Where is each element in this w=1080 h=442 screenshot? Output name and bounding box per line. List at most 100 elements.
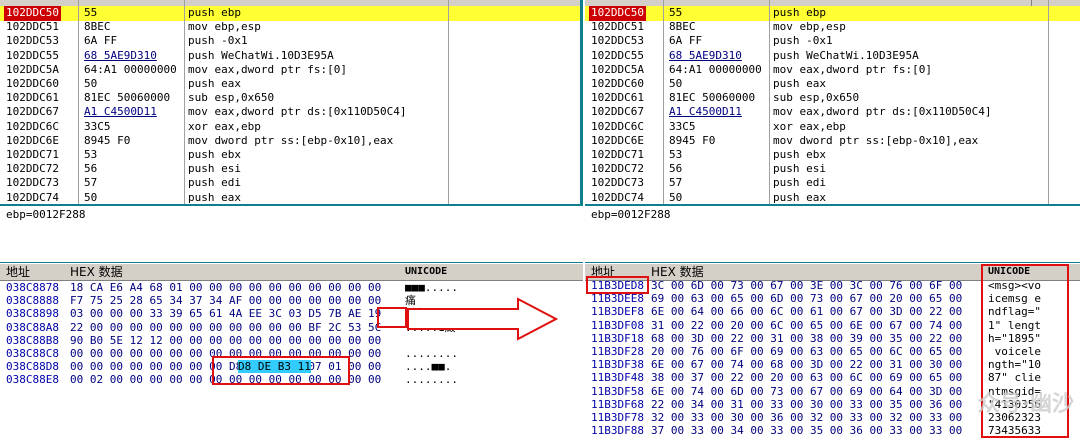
- dump-address: 11B3DF58: [591, 384, 644, 398]
- disasm-instruction: push eax: [773, 77, 826, 90]
- disasm-bytes: 8BEC: [84, 20, 111, 34]
- dump-hex-bytes: 6E 00 67 00 74 00 68 00 3D 00 22 00 31 0…: [651, 358, 963, 372]
- disasm-row[interactable]: 102DDC51 8BEC mov ebp,esp: [0, 20, 580, 35]
- dump-row[interactable]: 038C8878 18 CA E6 A4 68 01 00 00 00 00 00…: [0, 281, 583, 294]
- disasm-row[interactable]: 102DDC5A 64:A1 00000000 mov eax,dword ptr …: [0, 63, 580, 78]
- disasm-address: 102DDC51: [591, 20, 644, 34]
- disasm-row[interactable]: 102DDC72 56 push esi: [585, 162, 1080, 177]
- dump-hex-bytes: 38 00 37 00 22 00 20 00 63 00 6C 00 69 0…: [651, 371, 963, 385]
- dump-address: 11B3DF18: [591, 331, 644, 345]
- dump-hex-bytes: 18 CA E6 A4 68 01 00 00 00 00 00 00 00 0…: [70, 281, 382, 294]
- dump-hex-bytes: F7 75 25 28 65 34 37 34 AF 00 00 00 00 0…: [70, 294, 382, 308]
- disasm-address: 102DDC73: [6, 176, 59, 190]
- disasm-row[interactable]: 102DDC73 57 push edi: [0, 176, 580, 191]
- disasm-row[interactable]: 102DDC6E 8945 F0 mov dword ptr ss:[ebp-0x1…: [585, 134, 1080, 149]
- dump-address: 038C8888: [6, 294, 59, 308]
- annotation-box-unicode: [377, 307, 407, 328]
- disasm-address: 102DDC50: [589, 6, 646, 21]
- disasm-bytes: 50: [84, 190, 98, 204]
- disasm-address: 102DDC60: [591, 77, 644, 90]
- info-text: ebp=0012F288: [6, 208, 86, 221]
- disasm-row[interactable]: 102DDC67 A1 C4500D11 mov eax,dword ptr ds:…: [585, 105, 1080, 120]
- disasm-instruction: push WeChatWi.10D3E95A: [773, 48, 919, 62]
- disasm-row[interactable]: 102DDC6E 8945 F0 mov dword ptr ss:[ebp-0x1…: [0, 134, 580, 149]
- disasm-instruction: push esi: [188, 162, 241, 176]
- annotation-box-pointer-bytes: [212, 356, 350, 385]
- disasm-address: 102DDC51: [6, 20, 59, 34]
- disasm-address: 102DDC67: [591, 105, 644, 119]
- disasm-row[interactable]: 102DDC61 81EC 50060000 sub esp,0x650: [0, 91, 580, 106]
- disasm-row[interactable]: 102DDC74 50 push eax: [585, 191, 1080, 206]
- dump-hex-bytes: 6E 00 64 00 66 00 6C 00 61 00 67 00 3D 0…: [651, 305, 963, 319]
- arrow-icon: [407, 297, 558, 341]
- dump-address: 038C88A8: [6, 320, 59, 334]
- disasm-row[interactable]: 102DDC60 50 push eax: [0, 77, 580, 92]
- disasm-row[interactable]: 102DDC50 55 push ebp: [0, 6, 580, 21]
- disasm-instruction: mov eax,dword ptr fs:[0]: [188, 62, 347, 76]
- disasm-row[interactable]: 102DDC5A 64:A1 00000000 mov eax,dword ptr …: [585, 63, 1080, 78]
- disasm-row[interactable]: 102DDC55 68 5AE9D310 push WeChatWi.10D3E95…: [0, 49, 580, 64]
- disasm-address: 102DDC55: [591, 48, 644, 62]
- disasm-row[interactable]: 102DDC51 8BEC mov ebp,esp: [585, 20, 1080, 35]
- disasm-address: 102DDC67: [6, 105, 59, 119]
- disasm-row[interactable]: 102DDC73 57 push edi: [585, 176, 1080, 191]
- disasm-row[interactable]: 102DDC55 68 5AE9D310 push WeChatWi.10D3E95…: [585, 49, 1080, 64]
- disasm-view[interactable]: 102DDC50 55 push ebp 102DDC51 8BEC mov ebp,es…: [585, 6, 1080, 204]
- disasm-row[interactable]: 102DDC6C 33C5 xor eax,ebp: [0, 120, 580, 135]
- disasm-row[interactable]: 102DDC53 6A FF push -0x1: [585, 34, 1080, 49]
- disasm-bytes: 50: [669, 190, 683, 204]
- right-debugger-pane: 102DDC50 55 push ebp 102DDC51 8BEC mov ebp,es…: [585, 0, 1080, 442]
- disasm-instruction: push ebx: [188, 148, 241, 161]
- disasm-instruction: push edi: [773, 176, 826, 190]
- disasm-view[interactable]: 102DDC50 55 push ebp 102DDC51 8BEC mov ebp,es…: [0, 6, 583, 204]
- disasm-instruction: push -0x1: [188, 34, 248, 48]
- info-pane: ebp=0012F288: [585, 204, 1080, 263]
- disasm-address: 102DDC74: [591, 190, 644, 204]
- dump-hex-bytes: 69 00 63 00 65 00 6D 00 73 00 67 00 20 0…: [651, 292, 963, 306]
- dump-address: 038C88C8: [6, 347, 59, 360]
- disasm-row[interactable]: 102DDC74 50 push eax: [0, 191, 580, 206]
- disasm-instruction: xor eax,ebp: [773, 119, 846, 133]
- dump-hex-bytes: 32 00 33 00 30 00 36 00 32 00 33 00 32 0…: [651, 411, 963, 424]
- disasm-bytes: 56: [84, 162, 98, 176]
- dump-unicode-text: ....■■.: [405, 360, 452, 374]
- disasm-row[interactable]: 102DDC71 53 push ebx: [585, 148, 1080, 163]
- disasm-address: 102DDC61: [6, 91, 59, 105]
- dump-address: 11B3DF78: [591, 411, 644, 424]
- disasm-address: 102DDC71: [591, 148, 644, 161]
- dump-address: 038C88B8: [6, 333, 59, 347]
- disasm-address: 102DDC50: [4, 6, 61, 21]
- disasm-address: 102DDC72: [6, 162, 59, 176]
- disasm-row[interactable]: 102DDC61 81EC 50060000 sub esp,0x650: [585, 91, 1080, 106]
- disasm-row[interactable]: 102DDC50 55 push ebp: [585, 6, 1080, 21]
- disasm-bytes: 64:A1 00000000: [669, 62, 762, 76]
- disasm-instruction: push eax: [188, 190, 241, 204]
- dump-hex-bytes: 6E 00 74 00 6D 00 73 00 67 00 69 00 64 0…: [651, 384, 963, 398]
- disasm-instruction: mov eax,dword ptr fs:[0]: [773, 62, 932, 76]
- disasm-row[interactable]: 102DDC60 50 push eax: [585, 77, 1080, 92]
- disasm-bytes: 57: [84, 176, 98, 190]
- dump-address: 038C8878: [6, 281, 59, 294]
- disasm-row[interactable]: 102DDC6C 33C5 xor eax,ebp: [585, 120, 1080, 135]
- dump-hex-bytes: 20 00 76 00 6F 00 69 00 63 00 65 00 6C 0…: [651, 345, 963, 358]
- disasm-row[interactable]: 102DDC67 A1 C4500D11 mov eax,dword ptr ds:…: [0, 105, 580, 120]
- disasm-instruction: push ebp: [773, 6, 826, 19]
- disasm-row[interactable]: 102DDC53 6A FF push -0x1: [0, 34, 580, 49]
- dump-address: 11B3DF08: [591, 318, 644, 332]
- dump-header-address: 地址: [6, 265, 31, 279]
- disasm-instruction: push eax: [188, 77, 241, 90]
- disasm-address: 102DDC71: [6, 148, 59, 161]
- disasm-row[interactable]: 102DDC71 53 push ebx: [0, 148, 580, 163]
- dump-unicode-text: ■■■.....: [405, 281, 458, 294]
- disasm-bytes: 8945 F0: [84, 133, 131, 147]
- disasm-instruction: push ebx: [773, 148, 826, 161]
- dump-address: 11B3DEF8: [591, 305, 644, 319]
- dump-header-hex: HEX 数据: [651, 265, 704, 279]
- disasm-row[interactable]: 102DDC72 56 push esi: [0, 162, 580, 177]
- disasm-instruction: sub esp,0x650: [188, 91, 275, 105]
- disasm-address: 102DDC6E: [6, 133, 59, 147]
- dump-address: 11B3DEE8: [591, 292, 644, 306]
- disasm-instruction: mov eax,dword ptr ds:[0x110D50C4]: [188, 105, 407, 119]
- dump-address: 11B3DF88: [591, 424, 644, 438]
- disasm-instruction: push ebp: [188, 6, 241, 19]
